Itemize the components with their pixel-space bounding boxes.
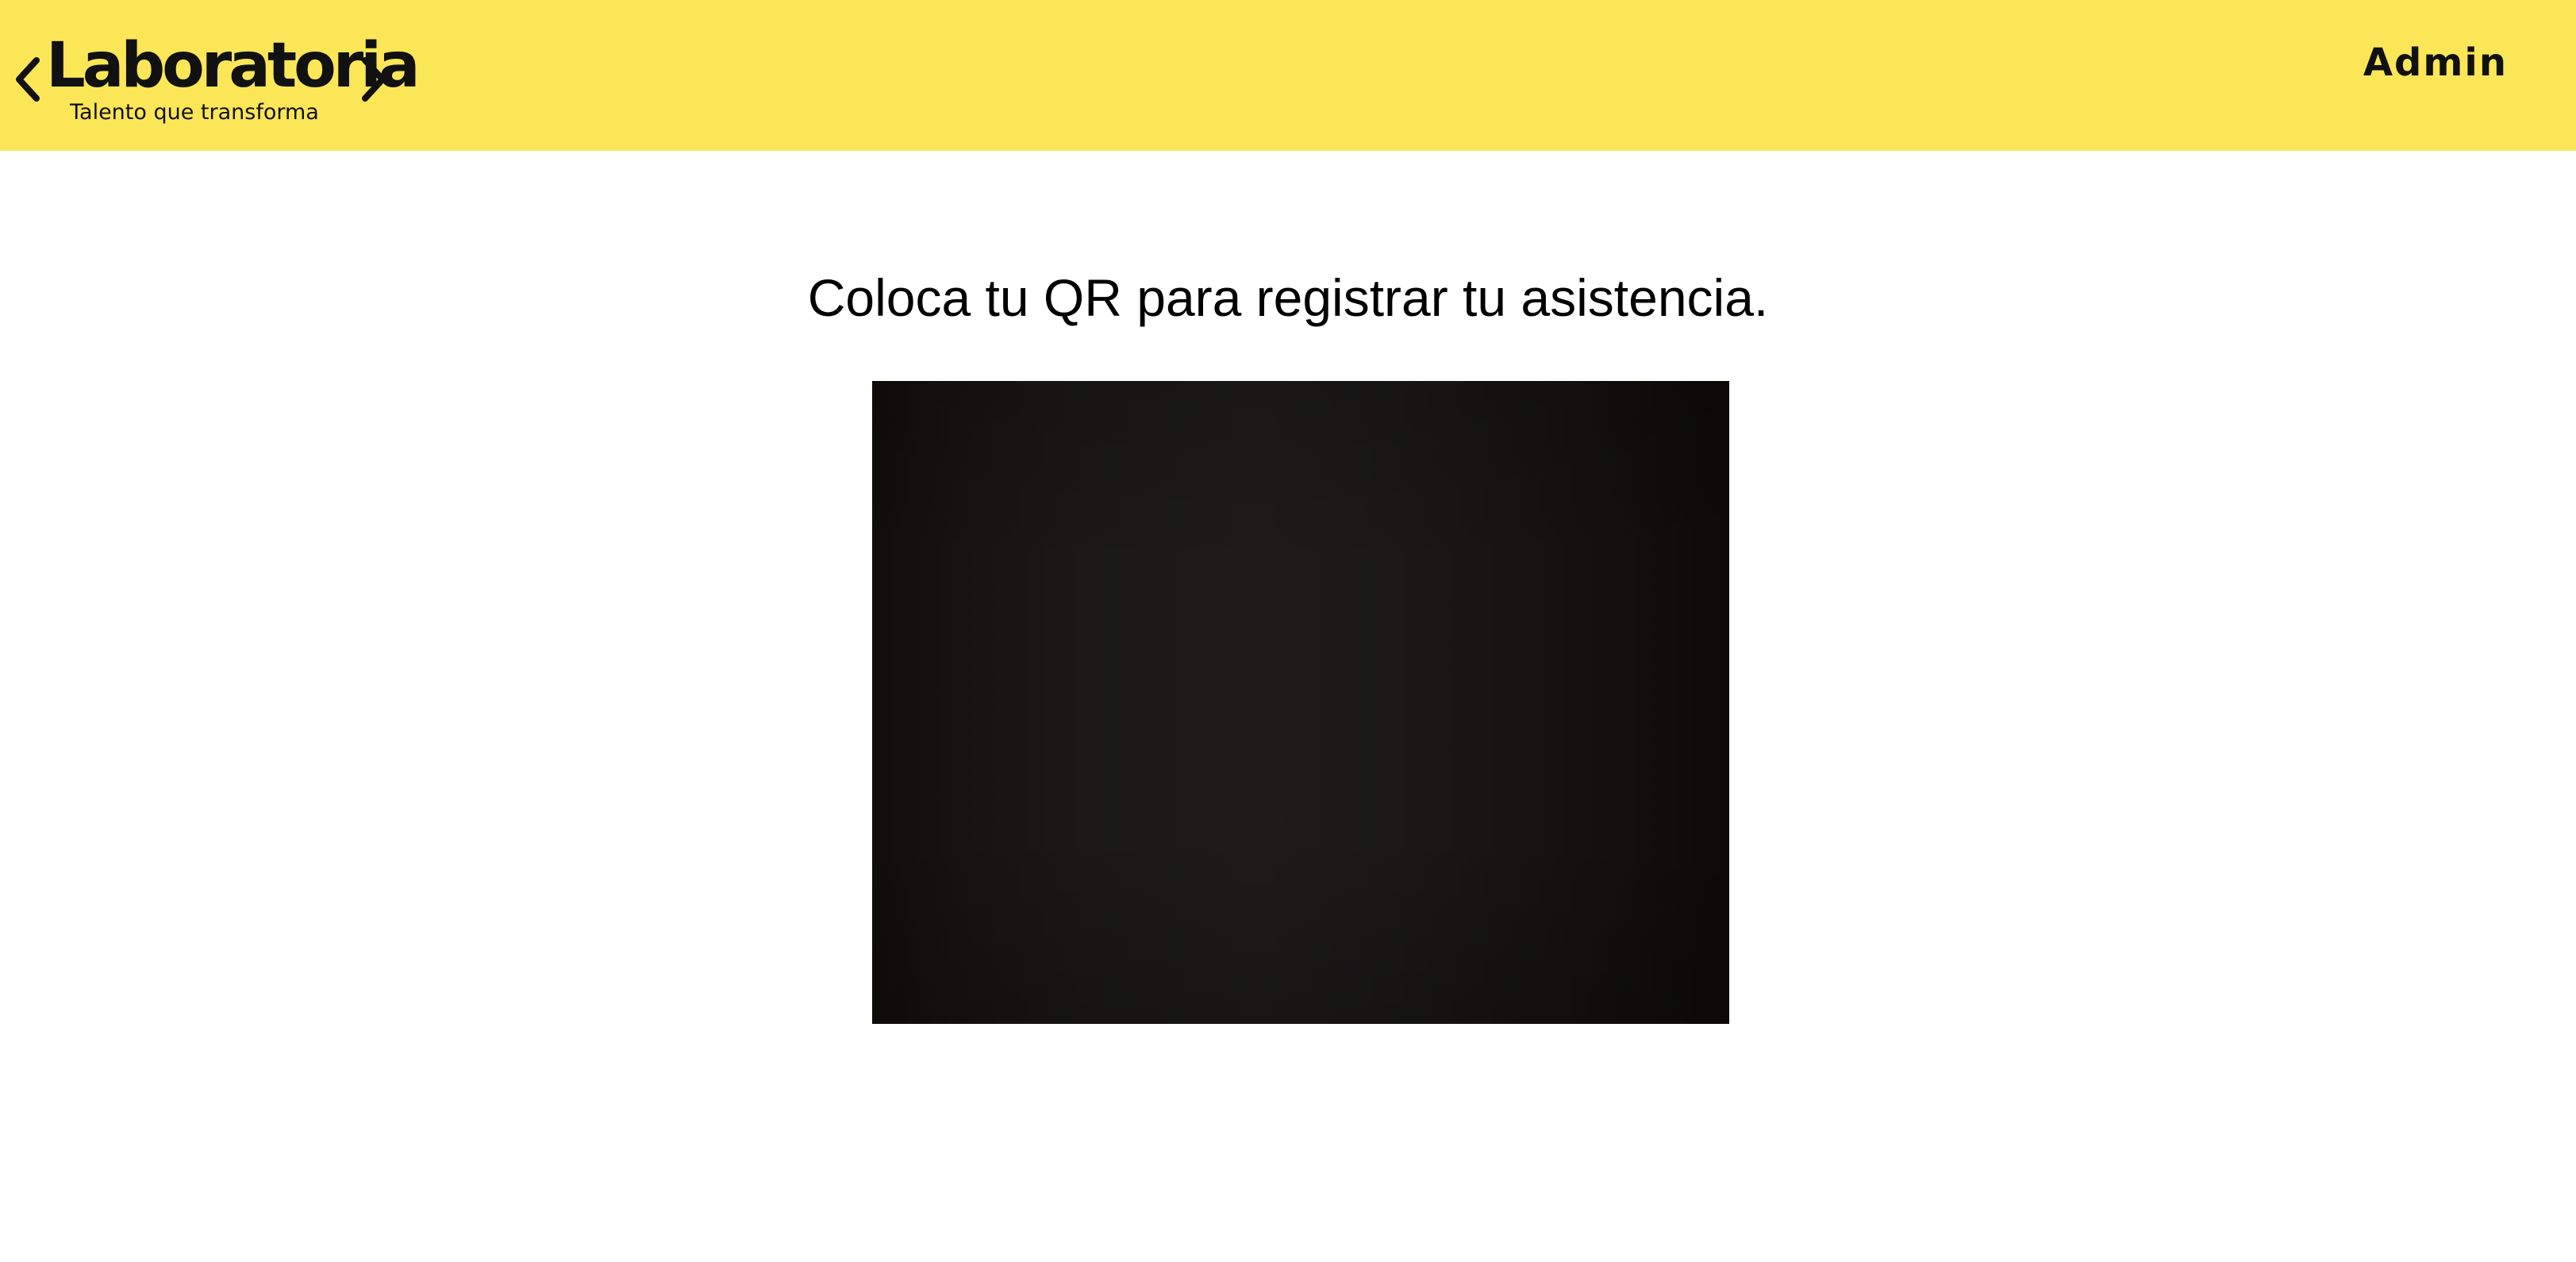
chevron-left-icon [16, 57, 40, 102]
brand-tagline: Talento que transforma [70, 100, 319, 125]
laboratoria-logo[interactable]: Laboratoria Talento que transforma [14, 35, 421, 130]
admin-link[interactable]: Admin [2363, 44, 2508, 82]
chevron-right-icon [362, 57, 386, 102]
attendance-main: Coloca tu QR para registrar tu asistenci… [0, 151, 2576, 1262]
camera-feed-overlay [872, 381, 1729, 1024]
qr-scanner-video [872, 381, 1729, 1024]
page-title: Coloca tu QR para registrar tu asistenci… [807, 268, 1769, 327]
top-header: Laboratoria Talento que transforma Admin [0, 0, 2576, 151]
